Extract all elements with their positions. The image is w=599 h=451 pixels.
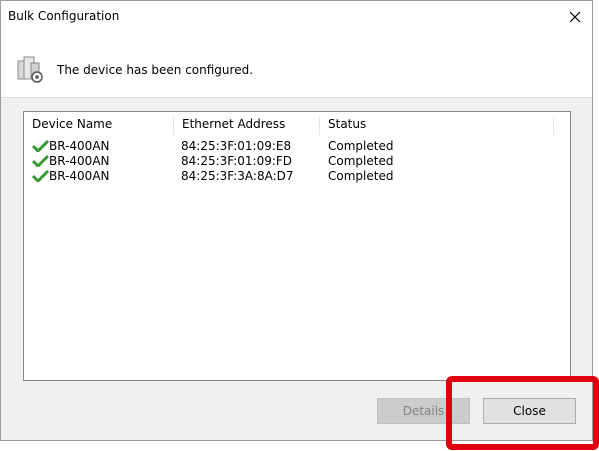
device-name: BR-400AN	[49, 154, 110, 168]
bulk-configuration-dialog: Bulk Configuration The device has been c…	[0, 0, 593, 441]
device-name-cell: BR-400AN	[32, 154, 110, 168]
close-button-highlight	[446, 376, 599, 450]
ethernet-address: 84:25:3F:01:09:FD	[181, 154, 293, 168]
status-text: Completed	[328, 154, 394, 168]
table-row[interactable]: BR-400AN 84:25:3F:01:09:E8 Completed	[24, 138, 570, 153]
check-icon	[32, 155, 49, 167]
server-gear-icon	[17, 56, 43, 83]
device-name: BR-400AN	[49, 169, 110, 183]
list-rows: BR-400AN 84:25:3F:01:09:E8 Completed BR-…	[24, 138, 570, 183]
column-device-name[interactable]: Device Name	[24, 117, 174, 135]
header-area: The device has been configured.	[1, 45, 592, 98]
table-row[interactable]: BR-400AN 84:25:3F:01:09:FD Completed	[24, 153, 570, 168]
column-status[interactable]: Status	[320, 117, 554, 135]
close-icon[interactable]	[567, 9, 583, 25]
column-ethernet-address[interactable]: Ethernet Address	[174, 117, 320, 135]
device-name: BR-400AN	[49, 139, 110, 153]
status-text: Completed	[328, 139, 394, 153]
title-bar: Bulk Configuration	[1, 1, 592, 45]
device-list[interactable]: Device Name Ethernet Address Status BR-4…	[23, 111, 571, 381]
check-icon	[32, 140, 49, 152]
status-text: Completed	[328, 169, 394, 183]
check-icon	[32, 170, 49, 182]
device-name-cell: BR-400AN	[32, 169, 110, 183]
ethernet-address: 84:25:3F:01:09:E8	[181, 139, 292, 153]
configured-message: The device has been configured.	[57, 63, 254, 77]
ethernet-address: 84:25:3F:3A:8A:D7	[181, 169, 294, 183]
device-name-cell: BR-400AN	[32, 139, 110, 153]
window-title: Bulk Configuration	[8, 9, 120, 23]
list-header: Device Name Ethernet Address Status	[24, 112, 570, 136]
table-row[interactable]: BR-400AN 84:25:3F:3A:8A:D7 Completed	[24, 168, 570, 183]
